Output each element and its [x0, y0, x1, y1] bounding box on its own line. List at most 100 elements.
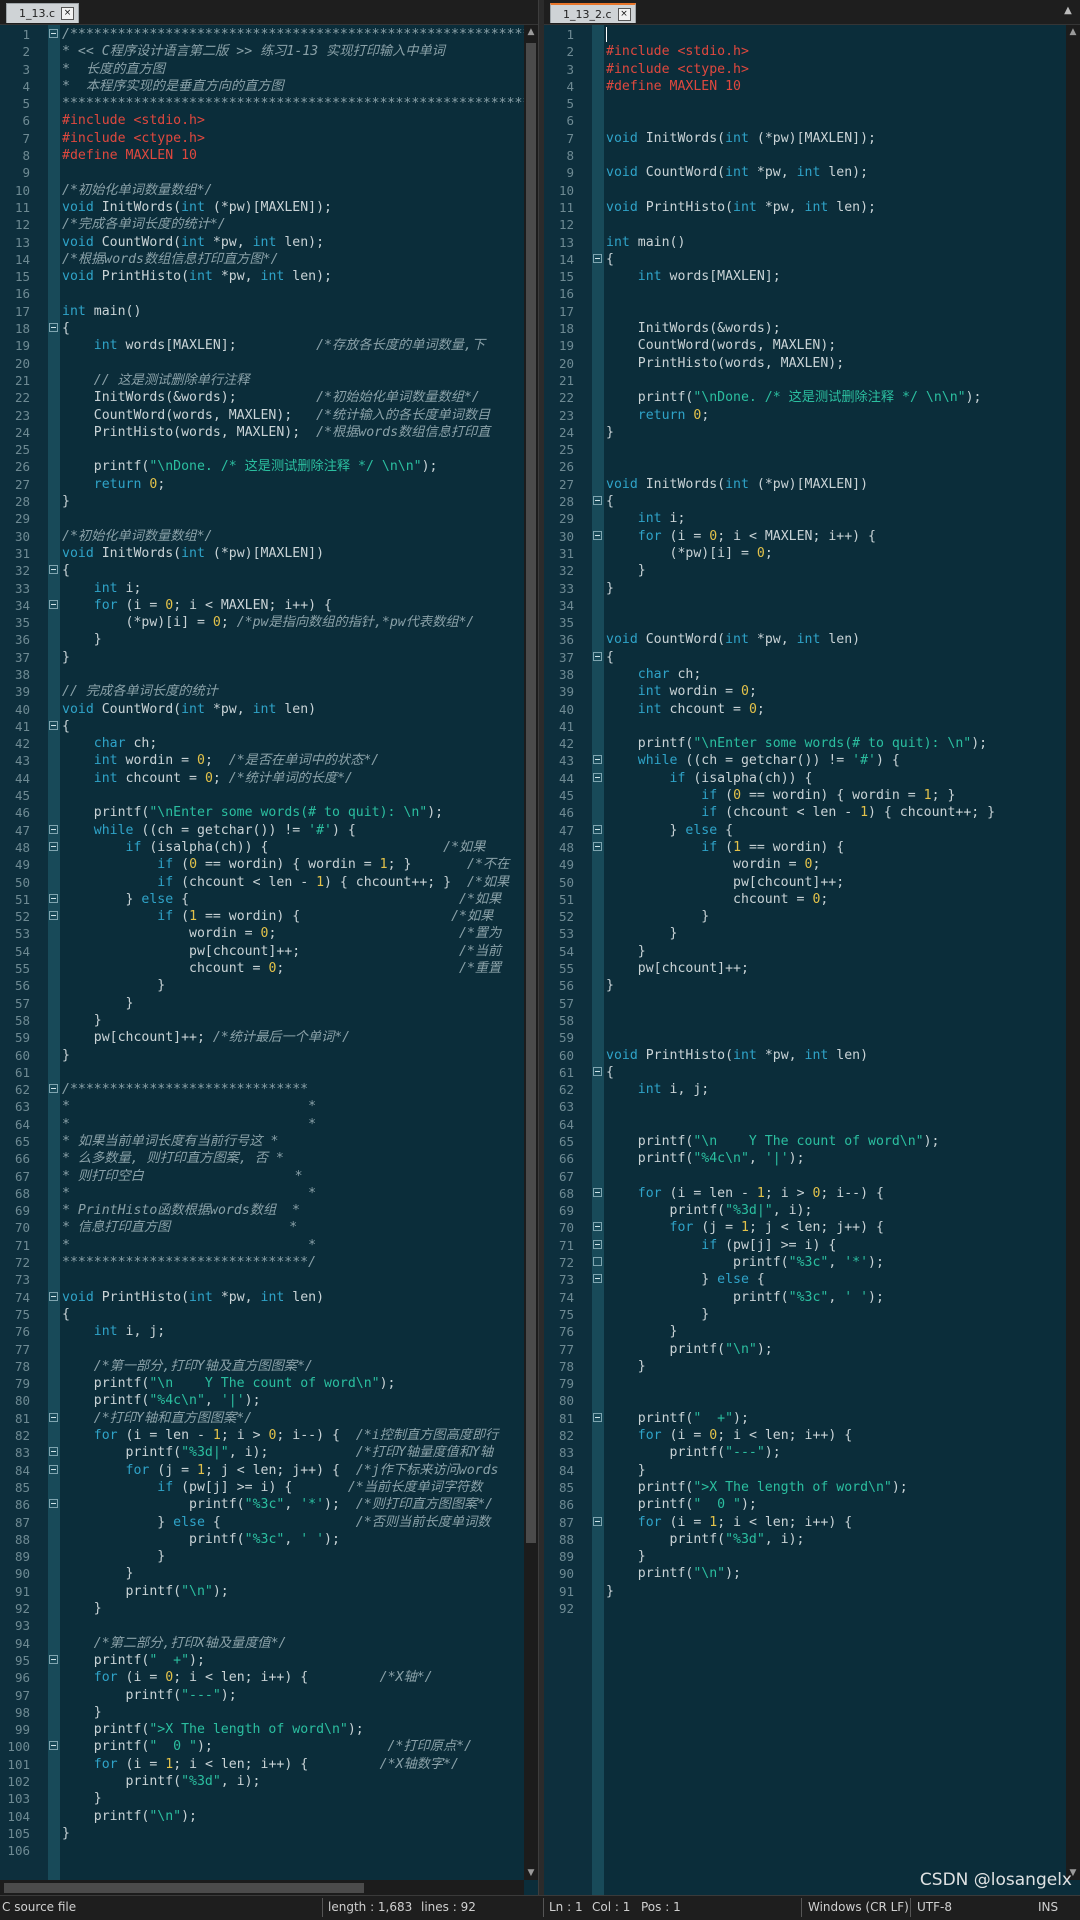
code-line[interactable]: 77: [0, 1341, 538, 1358]
code-line[interactable]: 3 * 长度的直方图: [0, 61, 538, 78]
code-line[interactable]: 19 CountWord(words, MAXLEN);: [544, 337, 1080, 354]
code-line[interactable]: 68 * *: [0, 1185, 538, 1202]
code-line[interactable]: 60 void PrintHisto(int *pw, int len): [544, 1047, 1080, 1064]
code-line[interactable]: 27 void InitWords(int (*pw)[MAXLEN]): [544, 476, 1080, 493]
code-line[interactable]: 33}: [544, 580, 1080, 597]
code-line[interactable]: 69 printf("%3d|", i);: [544, 1202, 1080, 1219]
code-line[interactable]: 34 for (i = 0; i < MAXLEN; i++) {: [0, 597, 538, 614]
vertical-scrollbar[interactable]: ▲ ▼: [1066, 25, 1080, 1880]
code-line[interactable]: 90 printf("\n");: [544, 1565, 1080, 1582]
code-line[interactable]: 49 wordin = 0;: [544, 856, 1080, 873]
left-editor[interactable]: 1/**************************************…: [0, 25, 538, 1896]
scrollbar-thumb[interactable]: [526, 43, 536, 1543]
code-line[interactable]: 61 {: [544, 1064, 1080, 1081]
code-line[interactable]: 50 if (chcount < len - 1) { chcount++; }…: [0, 874, 538, 891]
code-line[interactable]: 10: [544, 182, 1080, 199]
code-line[interactable]: 20: [0, 355, 538, 372]
fold-collapse-icon[interactable]: [49, 1654, 58, 1664]
code-line[interactable]: 47 } else {: [544, 822, 1080, 839]
code-line[interactable]: 43 while ((ch = getchar()) != '#') {: [544, 752, 1080, 769]
fold-collapse-icon[interactable]: [593, 253, 602, 263]
code-line[interactable]: 14 {: [544, 251, 1080, 268]
code-line[interactable]: 47 while ((ch = getchar()) != '#') {: [0, 822, 538, 839]
fold-collapse-icon[interactable]: [49, 841, 58, 851]
code-line[interactable]: 25: [544, 441, 1080, 458]
code-line[interactable]: 36 }: [0, 631, 538, 648]
scroll-down-arrow-icon[interactable]: ▼: [524, 1868, 538, 1878]
code-line[interactable]: 48 if (isalpha(ch)) { /*如果: [0, 839, 538, 856]
code-line[interactable]: 90 }: [0, 1565, 538, 1582]
code-line[interactable]: 7 void InitWords(int (*pw)[MAXLEN]);: [544, 130, 1080, 147]
code-line[interactable]: 64: [544, 1116, 1080, 1133]
code-line[interactable]: 98 }: [0, 1704, 538, 1721]
code-line[interactable]: 15 int words[MAXLEN];: [544, 268, 1080, 285]
code-line[interactable]: 6 #include <stdio.h>: [0, 112, 538, 129]
code-line[interactable]: 22 InitWords(&words); /*初始始化单词数量数组*/: [0, 389, 538, 406]
code-line[interactable]: 45 if (0 == wordin) { wordin = 1; }: [544, 787, 1080, 804]
code-line[interactable]: 43 int wordin = 0; /*是否在单词中的状态*/: [0, 752, 538, 769]
code-line[interactable]: 63: [544, 1098, 1080, 1115]
code-line[interactable]: 37 {: [544, 649, 1080, 666]
code-line[interactable]: 81 printf(" +");: [544, 1410, 1080, 1427]
fold-collapse-icon[interactable]: [49, 1291, 58, 1301]
tab-1-13-c[interactable]: 1_13.c ×: [6, 3, 80, 23]
code-line[interactable]: 48 if (1 == wordin) {: [544, 839, 1080, 856]
code-line[interactable]: 86 printf(" 0 ");: [544, 1496, 1080, 1513]
code-line[interactable]: 23 CountWord(words, MAXLEN); /*统计输入的各长度单…: [0, 407, 538, 424]
code-line[interactable]: 105}: [0, 1825, 538, 1842]
fold-collapse-icon[interactable]: [49, 29, 58, 38]
fold-collapse-icon[interactable]: [49, 565, 58, 575]
code-line[interactable]: 99 printf(">X The length of word\n");: [0, 1721, 538, 1738]
fold-collapse-icon[interactable]: [49, 720, 58, 730]
code-line[interactable]: 37}: [0, 649, 538, 666]
tab-list-arrow-icon[interactable]: ▲: [1062, 3, 1074, 19]
code-line[interactable]: 13 int main(): [544, 234, 1080, 251]
code-line[interactable]: 101 for (i = 1; i < len; i++) { /*X轴数字*/: [0, 1756, 538, 1773]
code-line[interactable]: 13 void CountWord(int *pw, int len);: [0, 234, 538, 251]
code-line[interactable]: 71 if (pw[j] >= i) {: [544, 1237, 1080, 1254]
code-line[interactable]: 82 for (i = len - 1; i > 0; i--) { /*i控制…: [0, 1427, 538, 1444]
code-line[interactable]: 26 printf("\nDone. /* 这是测试删除注释 */ \n\n")…: [0, 458, 538, 475]
code-line[interactable]: 79: [544, 1375, 1080, 1392]
code-line[interactable]: 81 /*打印Y轴和直方图图案*/: [0, 1410, 538, 1427]
code-line[interactable]: 57 }: [0, 995, 538, 1012]
code-line[interactable]: 80: [544, 1392, 1080, 1409]
code-line[interactable]: 63 * *: [0, 1098, 538, 1115]
code-line[interactable]: 41: [544, 718, 1080, 735]
code-line[interactable]: 59: [544, 1029, 1080, 1046]
code-line[interactable]: 75 }: [544, 1306, 1080, 1323]
code-line[interactable]: 59 pw[chcount]++; /*统计最后一个单词*/: [0, 1029, 538, 1046]
tab-1-13-2-c[interactable]: 1_13_2.c ×: [550, 3, 636, 23]
code-line[interactable]: 44 if (isalpha(ch)) {: [544, 770, 1080, 787]
code-line[interactable]: 100 printf(" 0 "); /*打印原点*/: [0, 1738, 538, 1755]
code-lines[interactable]: 1/**************************************…: [0, 26, 538, 1859]
code-line[interactable]: 91 printf("\n");: [0, 1583, 538, 1600]
code-line[interactable]: 42 printf("\nEnter some words(# to quit)…: [544, 735, 1080, 752]
code-line[interactable]: 11 void PrintHisto(int *pw, int len);: [544, 199, 1080, 216]
code-line[interactable]: 36 void CountWord(int *pw, int len): [544, 631, 1080, 648]
code-line[interactable]: 7 #include <ctype.h>: [0, 130, 538, 147]
code-line[interactable]: 96 for (i = 0; i < len; i++) { /*X轴*/: [0, 1669, 538, 1686]
code-line[interactable]: 38 char ch;: [544, 666, 1080, 683]
code-line[interactable]: 29: [0, 510, 538, 527]
code-line[interactable]: 16: [0, 285, 538, 302]
code-line[interactable]: 53 wordin = 0; /*置为: [0, 925, 538, 942]
code-line[interactable]: 88 printf("%3c", ' ');: [0, 1531, 538, 1548]
code-line[interactable]: 74 void PrintHisto(int *pw, int len): [0, 1289, 538, 1306]
code-line[interactable]: 93: [0, 1617, 538, 1634]
code-line[interactable]: 102 printf("%3d", i);: [0, 1773, 538, 1790]
code-line[interactable]: 3 #include <ctype.h>: [544, 61, 1080, 78]
fold-collapse-icon[interactable]: [593, 1222, 602, 1232]
code-line[interactable]: 54 pw[chcount]++; /*当前: [0, 943, 538, 960]
code-line[interactable]: 78 /*第一部分,打印Y轴及直方图图案*/: [0, 1358, 538, 1375]
code-line[interactable]: 87 for (i = 1; i < len; i++) {: [544, 1514, 1080, 1531]
code-line[interactable]: 74 printf("%3c", ' ');: [544, 1289, 1080, 1306]
code-line[interactable]: 17: [544, 303, 1080, 320]
code-line[interactable]: 86 printf("%3c", '*'); /*则打印直方图图案*/: [0, 1496, 538, 1513]
code-line[interactable]: 70 * 信息打印直方图 *: [0, 1219, 538, 1236]
horizontal-scrollbar-thumb[interactable]: [4, 1883, 364, 1893]
code-line[interactable]: 21: [544, 372, 1080, 389]
code-line[interactable]: 71 * *: [0, 1237, 538, 1254]
code-line[interactable]: 45: [0, 787, 538, 804]
code-line[interactable]: 67 * 则打印空白 *: [0, 1168, 538, 1185]
